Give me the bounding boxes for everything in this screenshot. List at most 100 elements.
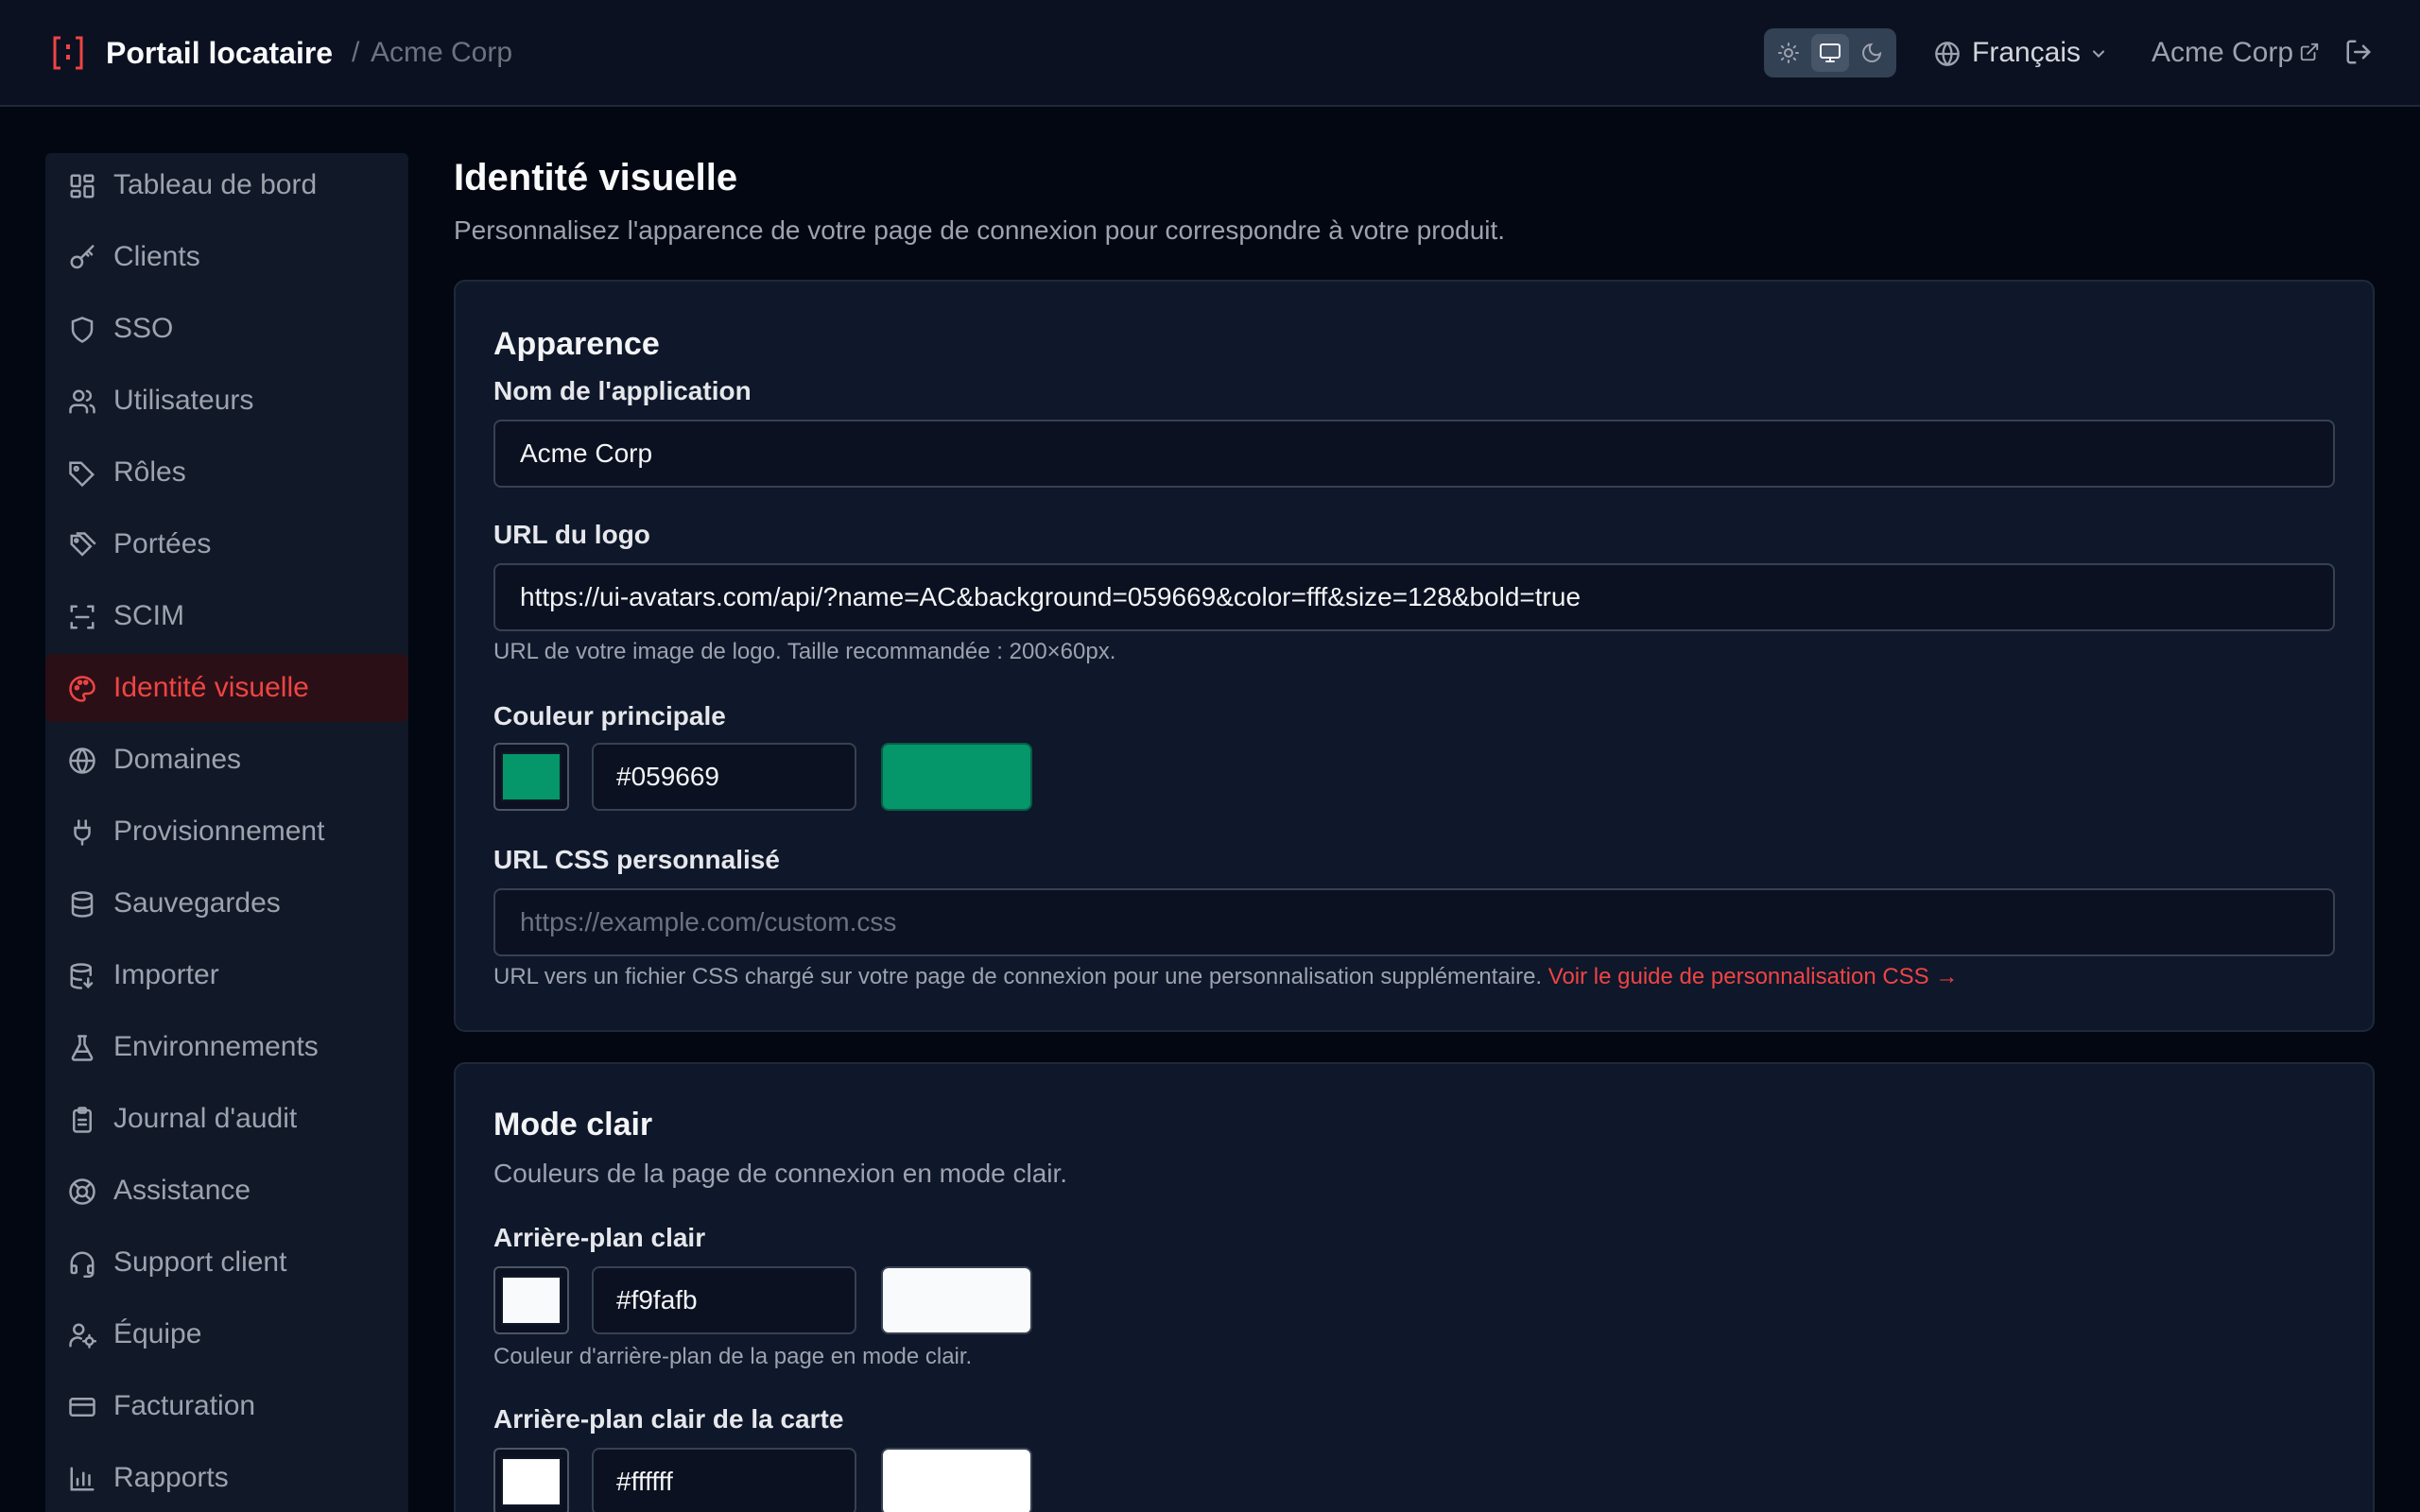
custom-css-input[interactable]: https://example.com/custom.css bbox=[493, 888, 2335, 956]
page-subtitle: Personnalisez l'apparence de votre page … bbox=[454, 215, 1506, 245]
sidebar-item-roles[interactable]: Rôles bbox=[45, 438, 408, 507]
scan-icon bbox=[70, 605, 95, 629]
sidebar-item-clients[interactable]: Clients bbox=[45, 223, 408, 291]
bar-chart-icon bbox=[70, 1467, 95, 1491]
sidebar-item-support-client[interactable]: Support client bbox=[45, 1228, 408, 1297]
primary-color-label: Couleur principale bbox=[493, 701, 726, 730]
logo-url-input[interactable]: https://ui-avatars.com/api/?name=AC&back… bbox=[493, 563, 2335, 631]
sidebar-item-scim[interactable]: SCIM bbox=[45, 582, 408, 650]
globe-icon bbox=[1935, 42, 1960, 66]
database-icon bbox=[71, 891, 94, 918]
sidebar-item-sso[interactable]: SSO bbox=[45, 295, 408, 363]
sidebar-item-portees[interactable]: Portées bbox=[45, 510, 408, 578]
clipboard-icon bbox=[73, 1107, 92, 1133]
appearance-card: Apparence Nom de l'application Acme Corp… bbox=[454, 280, 2375, 1032]
sidebar-item-label: Utilisateurs bbox=[113, 385, 254, 416]
chevron-down-icon bbox=[2092, 50, 2105, 58]
headset-icon bbox=[70, 1251, 95, 1278]
sidebar-item-journal-d-audit[interactable]: Journal d'audit bbox=[45, 1085, 408, 1153]
top-bar: Portail locataire / Acme Corp Français A… bbox=[0, 0, 2420, 107]
sidebar-item-tableau-de-bord[interactable]: Tableau de bord bbox=[45, 151, 408, 219]
tag-icon bbox=[69, 461, 95, 488]
light-card-bg-preview bbox=[881, 1448, 1032, 1512]
brand-logo-icon bbox=[53, 36, 83, 70]
logo-url-help: URL de votre image de logo. Taille recom… bbox=[493, 639, 1116, 664]
app-name-label: Nom de l'application bbox=[493, 376, 752, 405]
sidebar-item-label: Rapports bbox=[113, 1462, 229, 1493]
color-swatch bbox=[501, 1276, 562, 1325]
sidebar-item-label: Importer bbox=[113, 959, 219, 990]
shield-icon bbox=[71, 317, 94, 343]
credit-card-icon bbox=[69, 1398, 95, 1417]
sidebar-item-label: Domaines bbox=[113, 744, 242, 775]
lifebuoy-icon bbox=[69, 1178, 95, 1205]
sidebar-item-label: Rôles bbox=[113, 456, 186, 488]
users-icon bbox=[69, 389, 95, 414]
light-bg-help: Couleur d'arrière-plan de la page en mod… bbox=[493, 1344, 973, 1369]
custom-css-help: URL vers un fichier CSS chargé sur votre… bbox=[493, 962, 1958, 992]
custom-css-help-text: URL vers un fichier CSS chargé sur votre… bbox=[493, 964, 1543, 989]
sidebar-item-domaines[interactable]: Domaines bbox=[45, 726, 408, 794]
sidebar-item-label: Sauvegardes bbox=[113, 887, 281, 919]
sidebar-item-sauvegardes[interactable]: Sauvegardes bbox=[45, 869, 408, 937]
light-card-bg-color-picker[interactable] bbox=[493, 1448, 569, 1512]
plug-icon bbox=[74, 819, 91, 846]
palette-icon bbox=[69, 676, 95, 702]
primary-color-picker[interactable] bbox=[493, 743, 569, 811]
flask-icon bbox=[71, 1035, 94, 1061]
light-bg-hex-input[interactable]: #f9fafb bbox=[592, 1266, 856, 1334]
light-bg-preview bbox=[881, 1266, 1032, 1334]
color-swatch bbox=[501, 1457, 562, 1506]
light-card-bg-label: Arrière-plan clair de la carte bbox=[493, 1404, 844, 1434]
sidebar-item-label: Assistance bbox=[113, 1175, 251, 1206]
sidebar-item-label: Portées bbox=[113, 528, 212, 559]
sidebar-item-assistance[interactable]: Assistance bbox=[45, 1157, 408, 1225]
language-label: Français bbox=[1972, 37, 2082, 68]
sidebar-item-environnements[interactable]: Environnements bbox=[45, 1013, 408, 1081]
moon-icon bbox=[1862, 43, 1882, 62]
theme-system-button[interactable] bbox=[1811, 34, 1849, 72]
sidebar-item-rapports[interactable]: Rapports bbox=[45, 1444, 408, 1512]
app-name-input[interactable]: Acme Corp bbox=[493, 420, 2335, 488]
card-description: Couleurs de la page de connexion en mode… bbox=[493, 1159, 1068, 1188]
sidebar-item-label: SSO bbox=[113, 313, 174, 344]
sidebar-item-label: Tableau de bord bbox=[113, 169, 318, 200]
sidebar-item-label: Support client bbox=[113, 1246, 287, 1278]
database-import-icon bbox=[70, 963, 94, 989]
sidebar-item-importer[interactable]: Importer bbox=[45, 941, 408, 1009]
light-bg-label: Arrière-plan clair bbox=[493, 1223, 706, 1252]
tags-icon bbox=[70, 532, 96, 557]
light-bg-color-picker[interactable] bbox=[493, 1266, 569, 1334]
sidebar-item-identite-visuelle[interactable]: Identité visuelle bbox=[45, 654, 408, 722]
card-title: Apparence bbox=[493, 326, 660, 362]
sidebar-item-label: Équipe bbox=[113, 1318, 202, 1349]
logout-icon[interactable] bbox=[2344, 38, 2373, 66]
css-guide-link[interactable]: Voir le guide de personnalisation CSS → bbox=[1548, 964, 1959, 989]
sidebar-item-equipe[interactable]: Équipe bbox=[45, 1300, 408, 1368]
theme-light-button[interactable] bbox=[1770, 34, 1807, 72]
custom-css-label: URL CSS personnalisé bbox=[493, 845, 780, 874]
user-cog-icon bbox=[69, 1323, 96, 1349]
globe-icon bbox=[69, 747, 95, 774]
theme-switcher bbox=[1764, 28, 1896, 77]
sun-icon bbox=[1778, 43, 1799, 63]
sidebar-item-facturation[interactable]: Facturation bbox=[45, 1372, 408, 1440]
external-link-icon bbox=[2300, 43, 2319, 61]
tenant-link[interactable]: Acme Corp bbox=[2152, 34, 2293, 72]
logo-url-label: URL du logo bbox=[493, 520, 650, 549]
breadcrumb-tenant: Acme Corp bbox=[371, 37, 513, 68]
light-card-bg-hex-input[interactable]: #ffffff bbox=[592, 1448, 856, 1512]
key-icon bbox=[70, 245, 95, 269]
theme-dark-button[interactable] bbox=[1853, 34, 1891, 72]
brand-title[interactable]: Portail locataire bbox=[106, 34, 333, 72]
sidebar-item-label: Provisionnement bbox=[113, 816, 325, 847]
sidebar-item-label: SCIM bbox=[113, 600, 184, 631]
page-title: Identité visuelle bbox=[454, 157, 738, 198]
sidebar-item-label: Facturation bbox=[113, 1390, 256, 1421]
sidebar-item-label: Clients bbox=[113, 241, 200, 272]
sidebar-item-utilisateurs[interactable]: Utilisateurs bbox=[45, 367, 408, 435]
primary-color-hex-input[interactable]: #059669 bbox=[592, 743, 856, 811]
sidebar-item-provisionnement[interactable]: Provisionnement bbox=[45, 798, 408, 866]
sidebar-item-label: Identité visuelle bbox=[113, 672, 309, 703]
primary-color-preview bbox=[881, 743, 1032, 811]
